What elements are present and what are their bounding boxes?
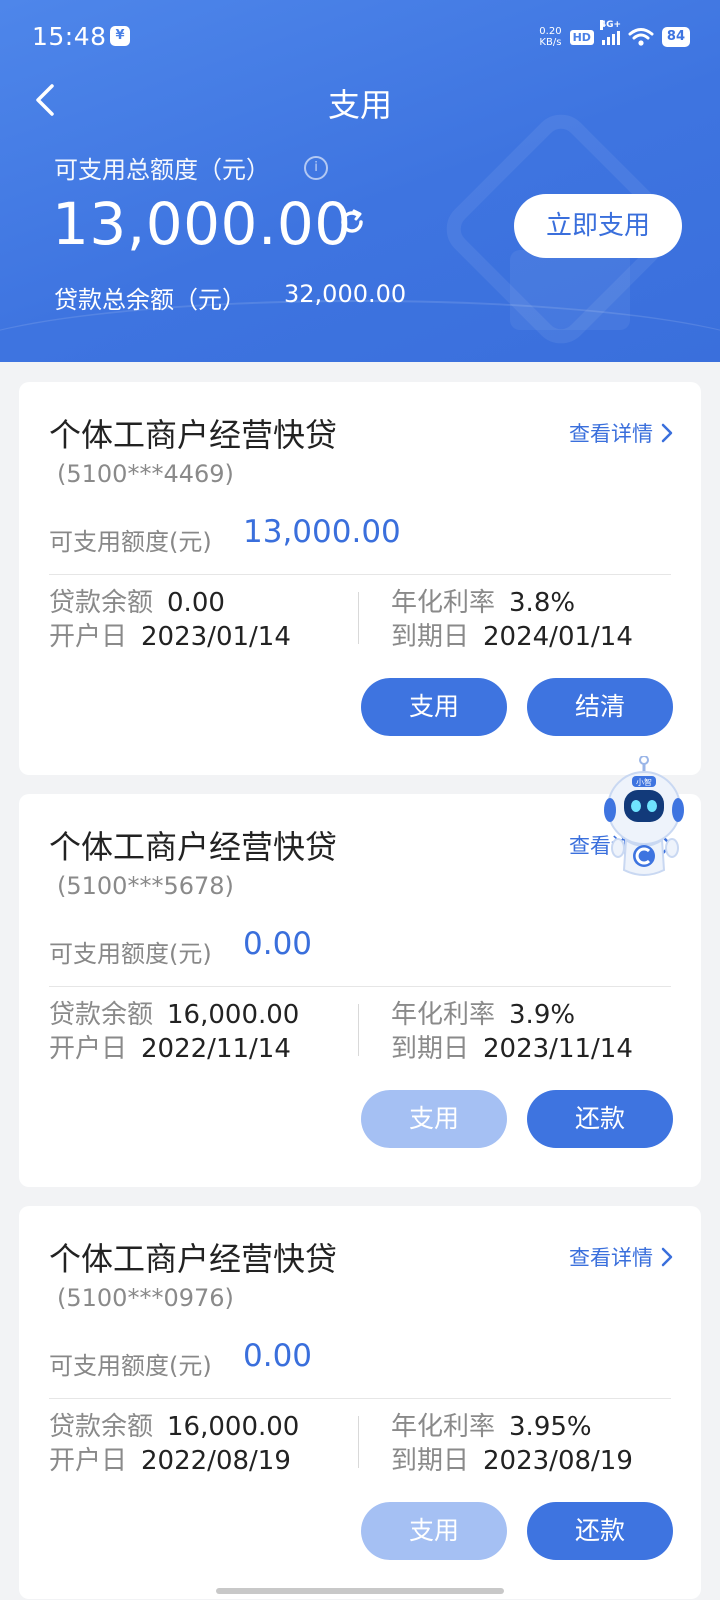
status-bar: 15:48 ¥ 0.20 KB/s HD 4G+ 84 — [0, 0, 720, 76]
header-banner: 15:48 ¥ 0.20 KB/s HD 4G+ 84 支用 可支用总额度（元）… — [0, 0, 720, 362]
available-quota-label: 可支用额度(元) — [49, 528, 212, 556]
divider — [358, 592, 359, 644]
assistant-badge: 小智 — [636, 777, 652, 787]
loan-account: (5100***5678) — [57, 872, 234, 900]
net-speed: 0.20 KB/s — [539, 26, 562, 48]
view-detail-link[interactable]: 查看详情 — [569, 1242, 673, 1272]
status-time: 15:48 — [32, 22, 107, 51]
network-type: 4G+ — [599, 20, 622, 30]
signal-icon: 4G+ — [599, 20, 621, 45]
battery-icon: 84 — [661, 27, 690, 47]
assistant-robot-icon[interactable]: 小智 — [602, 756, 702, 886]
available-quota-label: 可支用额度(元) — [49, 940, 212, 968]
total-balance-label: 贷款总余额（元） — [54, 286, 246, 314]
loan-card: 个体工商户经营快贷 (5100***4469) 查看详情 可支用额度(元) 13… — [19, 382, 701, 775]
loan-account: (5100***0976) — [57, 1284, 234, 1312]
annual-rate: 年化利率 3.8% — [391, 588, 576, 618]
wifi-icon — [628, 28, 654, 46]
annual-rate: 年化利率 3.9% — [391, 1000, 576, 1030]
open-date: 开户日 2023/01/14 — [49, 622, 291, 652]
use-button[interactable]: 支用 — [361, 678, 507, 736]
divider — [358, 1416, 359, 1468]
chevron-right-icon — [661, 423, 673, 443]
divider — [49, 574, 671, 575]
settle-button[interactable]: 结清 — [527, 678, 673, 736]
chevron-right-icon — [661, 1247, 673, 1267]
available-quota-value: 0.00 — [243, 1338, 313, 1374]
repay-button[interactable]: 还款 — [527, 1090, 673, 1148]
open-date: 开户日 2022/11/14 — [49, 1034, 291, 1064]
available-quota-label: 可支用额度(元) — [49, 1352, 212, 1380]
status-icons: 0.20 KB/s HD 4G+ 84 — [539, 20, 690, 52]
page-title: 支用 — [327, 86, 392, 124]
due-date: 到期日 2023/11/14 — [391, 1034, 633, 1064]
divider — [358, 1004, 359, 1056]
total-balance-value: 32,000.00 — [284, 280, 407, 308]
total-quota-label: 可支用总额度（元） — [54, 156, 270, 184]
repay-button[interactable]: 还款 — [527, 1502, 673, 1560]
divider — [49, 1398, 671, 1399]
available-quota-value: 13,000.00 — [243, 514, 401, 550]
app-notification-icon: ¥ — [110, 26, 130, 46]
loan-balance: 贷款余额 16,000.00 — [49, 1412, 300, 1442]
loan-title: 个体工商户经营快贷 — [49, 1240, 338, 1278]
loan-balance: 贷款余额 0.00 — [49, 588, 225, 618]
due-date: 到期日 2024/01/14 — [391, 622, 633, 652]
loan-balance: 贷款余额 16,000.00 — [49, 1000, 300, 1030]
divider — [49, 986, 671, 987]
refresh-icon[interactable] — [336, 206, 368, 238]
available-quota-value: 0.00 — [243, 926, 313, 962]
total-quota-amount: 13,000.00 — [52, 190, 352, 258]
loan-title: 个体工商户经营快贷 — [49, 416, 338, 454]
loan-card: 个体工商户经营快贷 (5100***5678) 查看详情 可支用额度(元) 0.… — [19, 794, 701, 1187]
home-indicator[interactable] — [216, 1588, 504, 1594]
annual-rate: 年化利率 3.95% — [391, 1412, 592, 1442]
use-button[interactable]: 支用 — [361, 1090, 507, 1148]
use-button[interactable]: 支用 — [361, 1502, 507, 1560]
view-detail-link[interactable]: 查看详情 — [569, 418, 673, 448]
hd-icon: HD — [569, 29, 594, 45]
open-date: 开户日 2022/08/19 — [49, 1446, 291, 1476]
due-date: 到期日 2023/08/19 — [391, 1446, 633, 1476]
use-now-button[interactable]: 立即支用 — [514, 194, 682, 258]
loan-card: 个体工商户经营快贷 (5100***0976) 查看详情 可支用额度(元) 0.… — [19, 1206, 701, 1599]
info-icon[interactable]: i — [304, 156, 328, 180]
loan-title: 个体工商户经营快贷 — [49, 828, 338, 866]
loan-account: (5100***4469) — [57, 460, 234, 488]
